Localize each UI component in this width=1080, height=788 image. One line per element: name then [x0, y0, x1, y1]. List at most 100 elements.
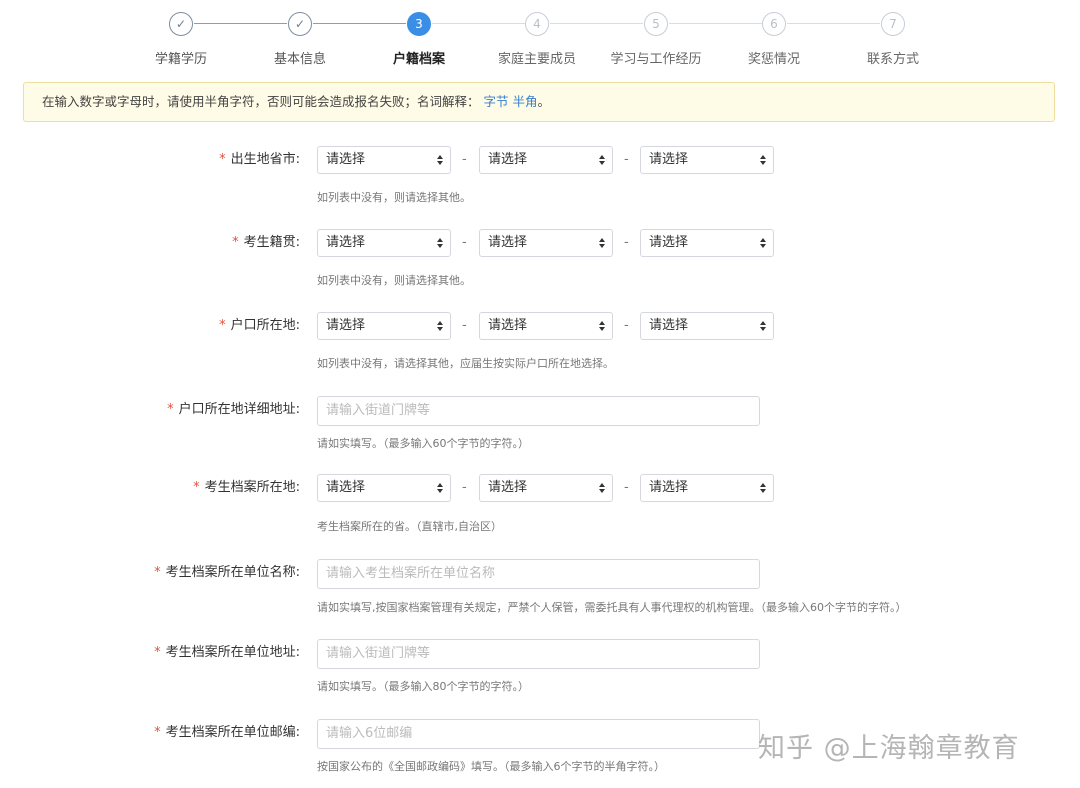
step-label: 家庭主要成员: [497, 52, 576, 67]
step-label: 奖惩情况: [747, 52, 800, 67]
step-1[interactable]: ✓ 学籍学历: [121, 12, 241, 67]
field-label: * 考生档案所在单位地址:: [154, 639, 300, 667]
required-mark: *: [154, 565, 161, 580]
required-mark: *: [154, 645, 161, 660]
updown-arrow-icon: [760, 155, 766, 165]
archive-unit-name-input[interactable]: 请输入考生档案所在单位名称: [317, 559, 760, 589]
field-hint: 请如实填写。（最多输入80个字节的字符。）: [317, 680, 529, 693]
step-5[interactable]: 5 学习与工作经历: [596, 12, 716, 67]
field-label: * 考生籍贯:: [232, 229, 300, 257]
field-label-text: 考生档案所在单位邮编:: [165, 725, 300, 740]
field-label: * 考生档案所在单位名称:: [154, 559, 300, 587]
province-select[interactable]: 请选择: [317, 229, 451, 257]
district-select[interactable]: 请选择: [640, 474, 774, 502]
separator: -: [624, 152, 629, 167]
step-number: 5: [644, 12, 668, 36]
updown-arrow-icon: [760, 238, 766, 248]
separator: -: [462, 152, 467, 167]
field-label-text: 出生地省市:: [230, 152, 300, 167]
field-label-text: 户口所在地详细地址:: [178, 402, 300, 417]
field-label: * 出生地省市:: [219, 146, 300, 174]
separator: -: [462, 318, 467, 333]
required-mark: *: [167, 402, 174, 417]
step-label: 学籍学历: [154, 52, 207, 67]
separator: -: [624, 235, 629, 250]
required-mark: *: [219, 318, 226, 333]
step-number: 4: [525, 12, 549, 36]
step-6[interactable]: 6 奖惩情况: [714, 12, 834, 67]
field-label-text: 户口所在地:: [230, 318, 300, 333]
province-select[interactable]: 请选择: [317, 312, 451, 340]
field-hint: 请如实填写。（最多输入60个字节的字符。）: [317, 437, 529, 450]
select-value: 请选择: [649, 152, 689, 167]
province-select[interactable]: 请选择: [317, 146, 451, 174]
updown-arrow-icon: [437, 321, 443, 331]
watermark: 知乎 @上海翰章教育: [758, 733, 1020, 764]
select-value: 请选择: [649, 318, 689, 333]
select-value: 请选择: [326, 480, 366, 495]
archive-unit-zip-input[interactable]: 请输入6位邮编: [317, 719, 760, 749]
updown-arrow-icon: [599, 483, 605, 493]
district-select[interactable]: 请选择: [640, 146, 774, 174]
separator: -: [462, 235, 467, 250]
field-label-text: 考生籍贯:: [243, 235, 300, 250]
city-select[interactable]: 请选择: [479, 312, 613, 340]
step-2[interactable]: ✓ 基本信息: [240, 12, 360, 67]
field-label: * 户口所在地详细地址:: [167, 396, 300, 424]
select-value: 请选择: [649, 480, 689, 495]
field-label: * 户口所在地:: [219, 312, 300, 340]
check-icon: ✓: [288, 12, 312, 36]
city-select[interactable]: 请选择: [479, 474, 613, 502]
separator: -: [462, 480, 467, 495]
updown-arrow-icon: [437, 155, 443, 165]
select-value: 请选择: [326, 318, 366, 333]
separator: -: [624, 480, 629, 495]
separator: -: [624, 318, 629, 333]
notice-banner: 在输入数字或字母时，请使用半角字符，否则可能会造成报名失败；名词解释： 字节 半角…: [23, 82, 1055, 122]
select-value: 请选择: [488, 152, 528, 167]
select-value: 请选择: [488, 235, 528, 250]
step-progress: ✓ 学籍学历 ✓ 基本信息 3 户籍档案 4 家庭主要成员 5 学习与工作经历 …: [0, 12, 1080, 68]
required-mark: *: [219, 152, 226, 167]
city-select[interactable]: 请选择: [479, 229, 613, 257]
notice-end: 。: [537, 94, 551, 109]
updown-arrow-icon: [437, 483, 443, 493]
step-number: 6: [762, 12, 786, 36]
notice-text: 在输入数字或字母时，请使用半角字符，否则可能会造成报名失败；名词解释：: [42, 94, 480, 109]
field-label-text: 考生档案所在地:: [204, 480, 300, 495]
select-value: 请选择: [326, 235, 366, 250]
field-hint: 如列表中没有，则请选择其他。: [317, 274, 471, 287]
field-hint: 请如实填写,按国家档案管理有关规定，严禁个人保管，需委托具有人事代理权的机构管理…: [317, 601, 907, 614]
field-label-text: 考生档案所在单位地址:: [165, 645, 300, 660]
required-mark: *: [232, 235, 239, 250]
hukou-address-input[interactable]: 请输入街道门牌等: [317, 396, 760, 426]
byte-link[interactable]: 字节: [484, 94, 509, 109]
field-hint: 考生档案所在的省。（直辖市,自治区）: [317, 520, 502, 533]
archive-unit-address-input[interactable]: 请输入街道门牌等: [317, 639, 760, 669]
field-label: * 考生档案所在地:: [193, 474, 300, 502]
step-label: 基本信息: [273, 52, 326, 67]
select-value: 请选择: [488, 480, 528, 495]
step-label: 学习与工作经历: [610, 52, 702, 67]
select-value: 请选择: [326, 152, 366, 167]
city-select[interactable]: 请选择: [479, 146, 613, 174]
step-3[interactable]: 3 户籍档案: [359, 12, 479, 67]
select-value: 请选择: [649, 235, 689, 250]
district-select[interactable]: 请选择: [640, 312, 774, 340]
step-label: 联系方式: [866, 52, 919, 67]
district-select[interactable]: 请选择: [640, 229, 774, 257]
field-hint: 按国家公布的《全国邮政编码》填写。（最多输入6个字节的半角字符。）: [317, 760, 665, 773]
step-7[interactable]: 7 联系方式: [833, 12, 953, 67]
field-hint: 如列表中没有，请选择其他，应届生按实际户口所在地选择。: [317, 357, 614, 370]
updown-arrow-icon: [599, 238, 605, 248]
field-label-text: 考生档案所在单位名称:: [165, 565, 300, 580]
updown-arrow-icon: [760, 321, 766, 331]
field-hint: 如列表中没有，则请选择其他。: [317, 191, 471, 204]
halfwidth-link[interactable]: 半角: [513, 94, 538, 109]
required-mark: *: [193, 480, 200, 495]
step-number: 3: [407, 12, 431, 36]
step-4[interactable]: 4 家庭主要成员: [477, 12, 597, 67]
check-icon: ✓: [169, 12, 193, 36]
province-select[interactable]: 请选择: [317, 474, 451, 502]
updown-arrow-icon: [437, 238, 443, 248]
